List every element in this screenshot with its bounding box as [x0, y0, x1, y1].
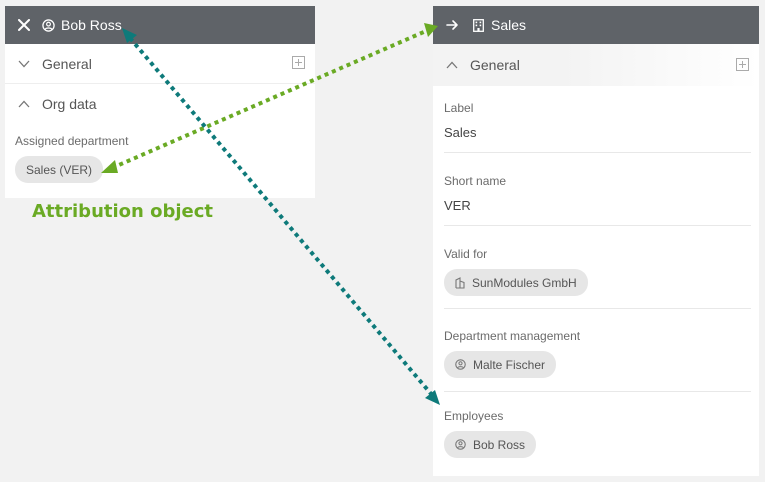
teal-relation-arrow [122, 28, 440, 405]
green-attribution-arrow [101, 23, 438, 173]
annotation-arrows [101, 23, 440, 405]
